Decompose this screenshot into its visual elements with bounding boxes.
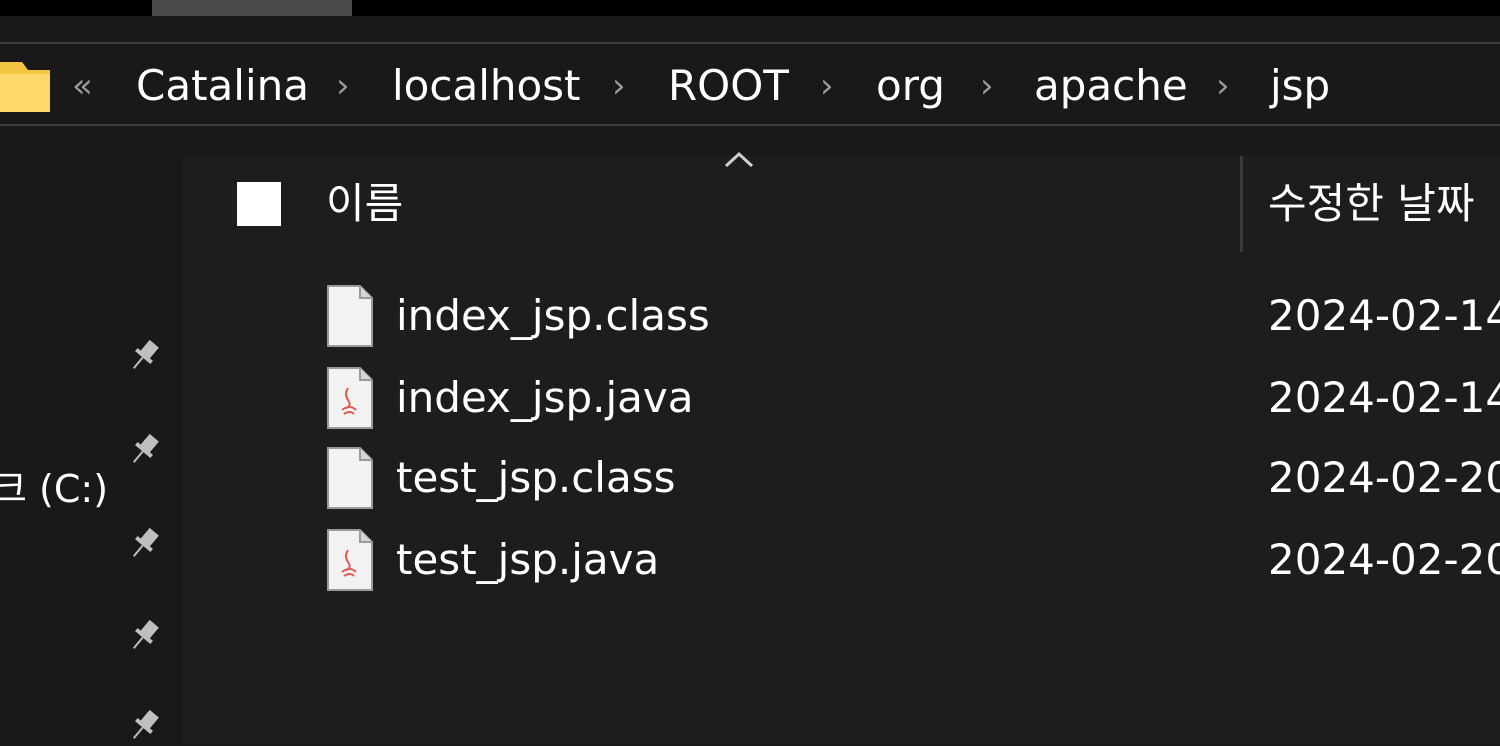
pin-icon[interactable] (124, 430, 164, 470)
breadcrumb-catalina[interactable]: Catalina (136, 58, 309, 114)
file-row[interactable]: test_jsp.class 2024-02-20 (320, 446, 1500, 526)
column-header-date-modified[interactable]: 수정한 날짜 (1268, 174, 1475, 234)
chevron-right-icon[interactable]: › (612, 58, 626, 114)
chevron-right-icon[interactable]: › (980, 58, 994, 114)
breadcrumb-localhost[interactable]: localhost (392, 58, 581, 114)
sort-ascending-icon[interactable] (722, 150, 756, 170)
select-all-checkbox[interactable] (237, 182, 281, 226)
navigation-pane: 크 (C:) (0, 128, 182, 744)
file-icon (327, 285, 373, 347)
file-date: 2024-02-14 (1268, 373, 1500, 422)
folder-icon (0, 62, 50, 112)
file-row[interactable]: index_jsp.java 2024-02-14 (320, 366, 1500, 446)
java-file-icon (327, 367, 373, 429)
breadcrumb-apache[interactable]: apache (1034, 58, 1188, 114)
pin-icon[interactable] (124, 336, 164, 376)
pin-icon[interactable] (124, 706, 164, 746)
tab[interactable] (152, 0, 352, 16)
file-date: 2024-02-20 (1268, 535, 1500, 584)
file-date: 2024-02-14 (1268, 291, 1500, 340)
pin-icon[interactable] (124, 616, 164, 656)
java-file-icon (327, 529, 373, 591)
sidebar-item-drive-c[interactable]: 크 (C:) (0, 458, 108, 513)
address-bar[interactable]: « Catalina › localhost › ROOT › org › ap… (0, 42, 1500, 126)
column-divider[interactable] (1240, 156, 1243, 252)
file-name[interactable]: test_jsp.java (396, 532, 659, 588)
chevron-right-icon[interactable]: › (336, 58, 350, 114)
pin-icon[interactable] (124, 524, 164, 564)
breadcrumb-jsp[interactable]: jsp (1270, 58, 1330, 114)
file-name[interactable]: index_jsp.class (396, 288, 710, 344)
breadcrumb-root[interactable]: ROOT (668, 58, 789, 114)
file-row[interactable]: index_jsp.class 2024-02-14 (320, 284, 1500, 364)
file-name[interactable]: index_jsp.java (396, 370, 693, 426)
chevron-right-icon[interactable]: › (820, 58, 834, 114)
title-strip (0, 0, 1500, 16)
file-row[interactable]: test_jsp.java 2024-02-20 (320, 528, 1500, 608)
column-header-name[interactable]: 이름 (326, 174, 403, 234)
chevron-right-icon[interactable]: › (1216, 58, 1230, 114)
file-name[interactable]: test_jsp.class (396, 450, 675, 506)
file-icon (327, 447, 373, 509)
overflow-chevron-icon[interactable]: « (72, 60, 93, 112)
breadcrumb-org[interactable]: org (876, 58, 945, 114)
file-date: 2024-02-20 (1268, 453, 1500, 502)
